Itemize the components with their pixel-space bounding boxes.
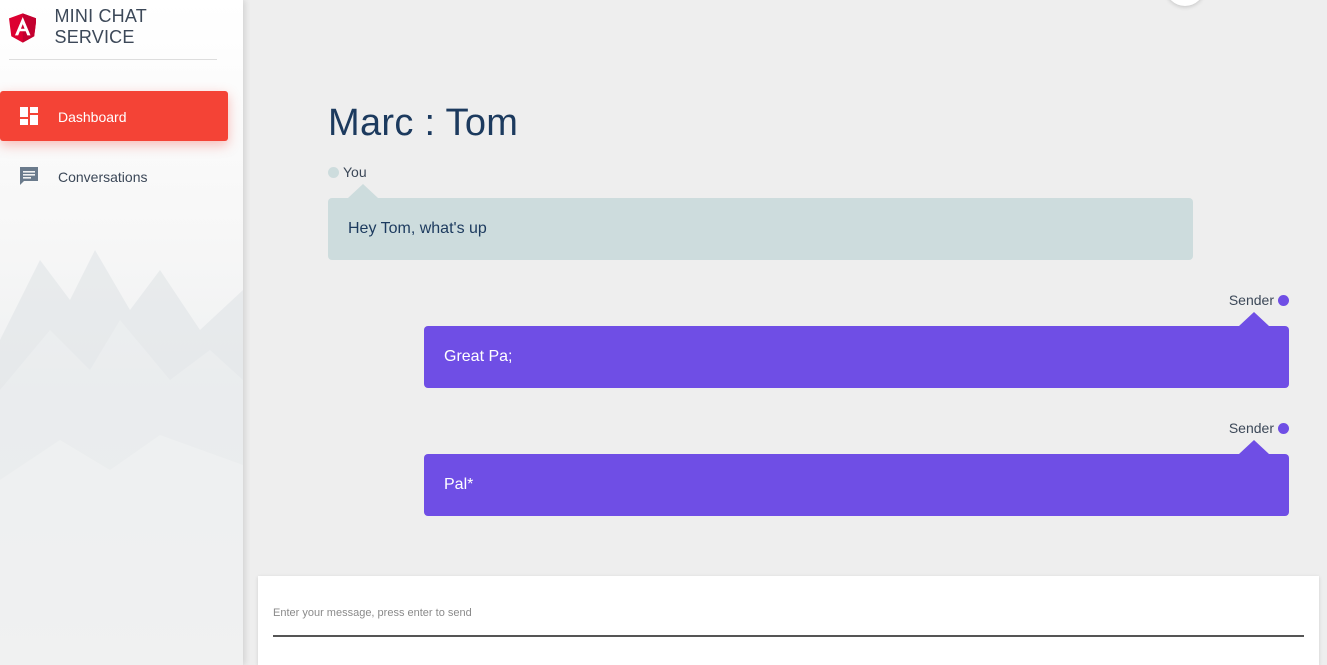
sidebar-nav: Dashboard Conversations [0,91,243,201]
bubble-arrow [1239,440,1269,454]
message-author: Sender [1229,420,1289,436]
conversation-title: Marc : Tom [328,102,519,144]
bubble-arrow [1239,312,1269,326]
message-author: Sender [1229,292,1289,308]
message-bubble: Pal* [424,454,1289,516]
author-name: You [343,164,367,180]
bubble-arrow [348,184,378,198]
profile-button[interactable] [1166,0,1204,6]
author-dot-icon [328,166,339,178]
message-text: Hey Tom, what's up [348,220,487,237]
sidebar-item-conversations[interactable]: Conversations [0,151,228,201]
app-title: MINI CHAT SERVICE [54,5,147,47]
sidebar-item-dashboard[interactable]: Dashboard [0,91,228,141]
sidebar-background-image [0,250,243,665]
sidebar-item-label: Dashboard [58,108,127,125]
message-bubble: Great Pa; [424,326,1289,388]
app-root: MINI CHAT SERVICE Dashboard Conversation… [0,0,1327,665]
message-text: Great Pa; [444,348,513,365]
message-composer [258,576,1319,665]
chat-icon [18,165,40,187]
message-author: You [328,164,367,180]
message-input[interactable] [273,604,1304,637]
author-dot-icon [1278,294,1289,306]
message-text: Pal* [444,476,474,493]
author-dot-icon [1278,422,1289,434]
sidebar: MINI CHAT SERVICE Dashboard Conversation… [0,0,243,665]
sidebar-item-label: Conversations [58,168,148,185]
brand[interactable]: MINI CHAT SERVICE [9,0,217,60]
author-name: Sender [1228,292,1274,308]
angular-logo-icon [9,12,37,43]
dashboard-icon [18,105,40,127]
author-name: Sender [1228,420,1274,436]
message-bubble: Hey Tom, what's up [328,198,1193,260]
